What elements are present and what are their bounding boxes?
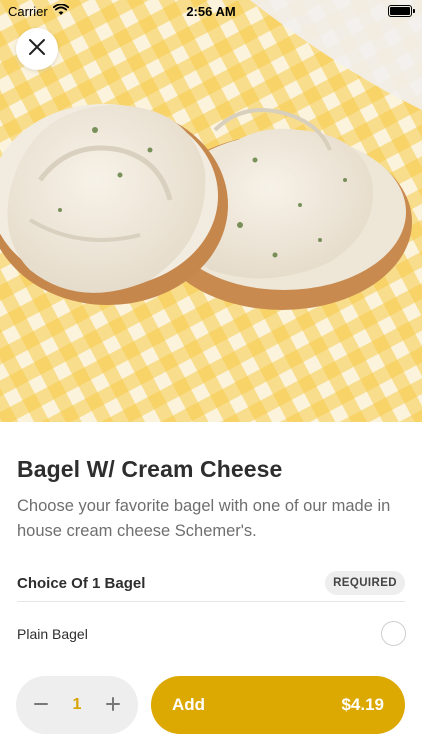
option-row-plain-bagel[interactable]: Plain Bagel — [0, 616, 422, 652]
option-label: Plain Bagel — [17, 626, 88, 642]
carrier-label: Carrier — [8, 3, 48, 19]
quantity-stepper: 1 — [16, 676, 138, 734]
required-badge: REQUIRED — [325, 571, 405, 595]
add-to-cart-button[interactable]: Add $4.19 — [151, 676, 405, 734]
order-bar: 1 Add $4.19 — [0, 660, 422, 750]
choice-group-title: Choice Of 1 Bagel — [17, 575, 146, 592]
status-bar: Carrier 2:56 AM — [0, 0, 422, 22]
item-photo — [0, 0, 422, 422]
close-button[interactable] — [16, 28, 58, 70]
option-radio[interactable] — [381, 621, 406, 646]
item-title: Bagel W/ Cream Cheese — [17, 456, 283, 482]
divider — [17, 601, 405, 602]
choice-group-header: Choice Of 1 Bagel REQUIRED — [0, 566, 422, 602]
add-button-price: $4.19 — [341, 695, 384, 714]
minus-icon — [33, 693, 49, 717]
quantity-value: 1 — [72, 696, 82, 713]
bagel-photo-illustration — [0, 0, 422, 422]
wifi-icon — [52, 2, 69, 19]
plus-icon — [105, 693, 121, 717]
decrease-quantity-button[interactable] — [30, 694, 52, 716]
battery-icon — [388, 5, 415, 17]
item-description: Choose your favorite bagel with one of o… — [17, 497, 391, 540]
add-button-label: Add — [172, 695, 206, 714]
status-left: Carrier — [8, 2, 69, 19]
close-icon — [28, 38, 46, 61]
increase-quantity-button[interactable] — [102, 694, 124, 716]
